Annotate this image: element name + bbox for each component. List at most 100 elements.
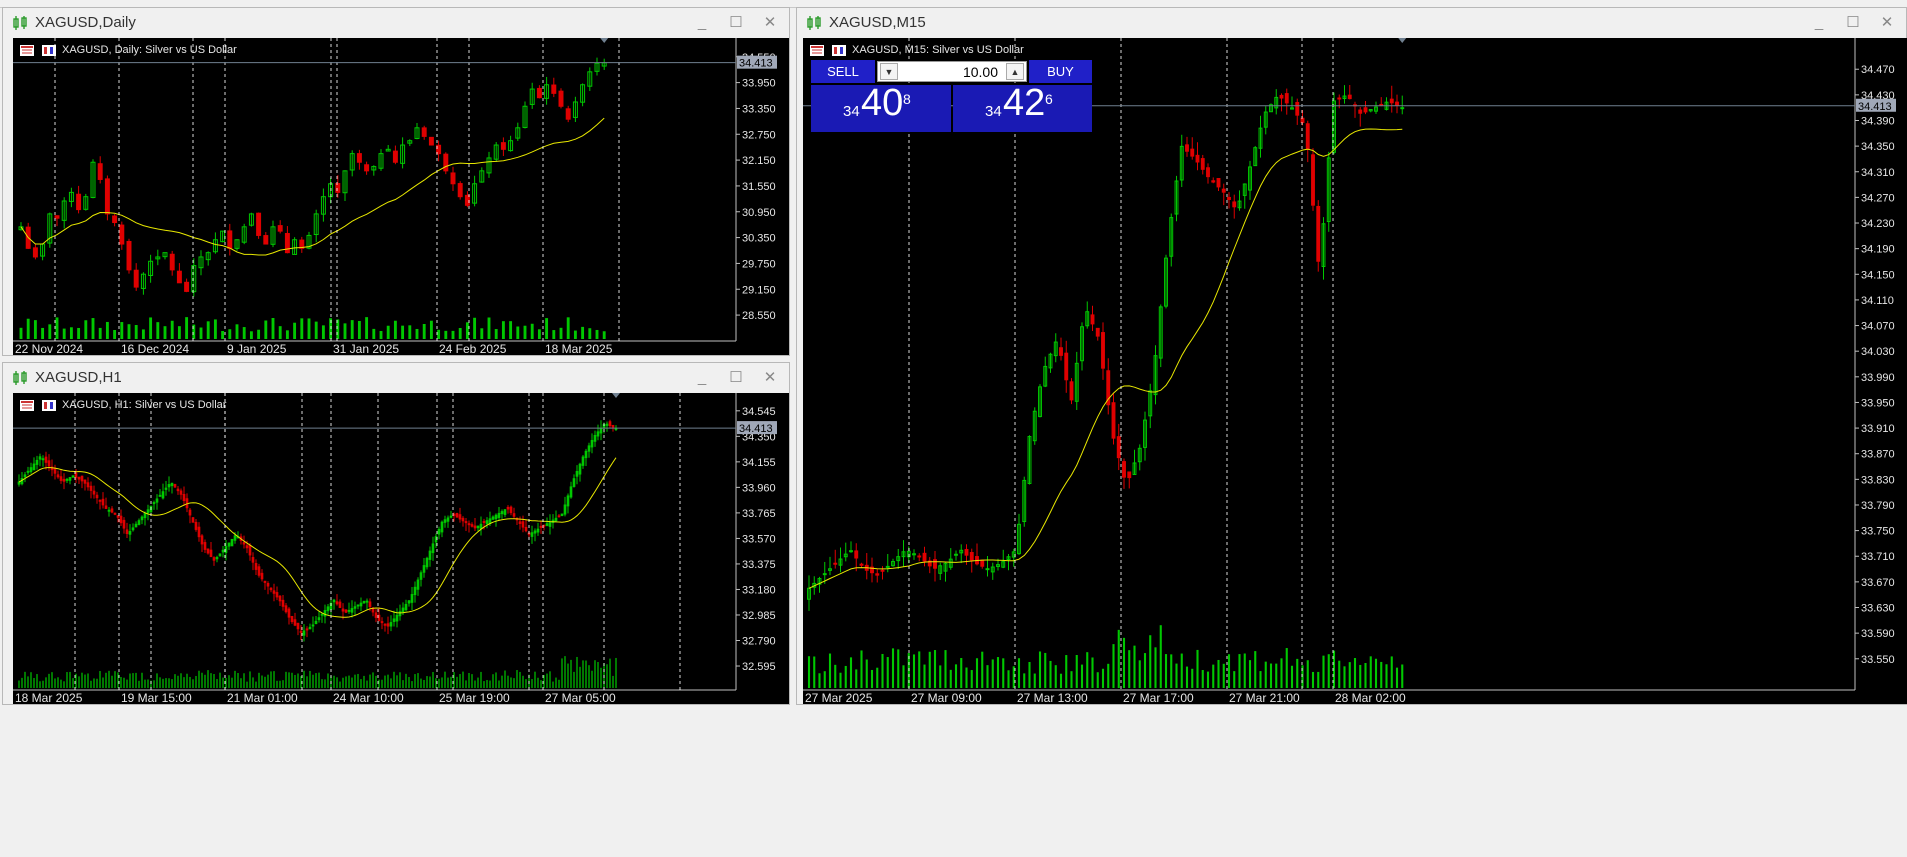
candle-body — [338, 601, 342, 608]
candle-body — [344, 609, 348, 613]
y-tick-label: 33.630 — [1861, 603, 1895, 615]
x-tick-label: 27 Mar 05:00 — [545, 691, 616, 704]
candle-body — [101, 498, 105, 506]
minimize-button[interactable]: _ — [691, 13, 713, 33]
y-tick-label: 34.545 — [742, 406, 776, 418]
y-tick-label: 33.670 — [1861, 577, 1895, 589]
candle-body — [104, 505, 108, 509]
one-click-trading-icon[interactable] — [42, 400, 56, 411]
window-titlebar[interactable]: XAGUSD,Daily _ ☐ ✕ — [3, 8, 789, 38]
lot-decrease-icon[interactable]: ▼ — [880, 63, 898, 80]
candlestick-chart-icon — [13, 16, 27, 30]
y-tick-label: 33.790 — [1861, 500, 1895, 512]
candle-body — [305, 628, 309, 631]
candle-body — [1216, 178, 1221, 188]
candle-body — [284, 605, 288, 613]
x-tick-label: 27 Mar 21:00 — [1229, 691, 1300, 704]
buy-price-prefix: 34 — [985, 103, 1002, 120]
current-price-label: 34.413 — [1858, 101, 1892, 113]
candle-body — [1311, 154, 1315, 206]
candle-body — [86, 482, 90, 488]
candle-body — [521, 521, 525, 528]
buy-button[interactable]: BUY — [1029, 60, 1092, 83]
candle-body — [263, 235, 269, 245]
y-tick-label: 33.870 — [1861, 449, 1895, 461]
y-tick-label: 32.790 — [742, 636, 776, 648]
candlestick-chart-icon — [807, 16, 821, 30]
y-tick-label: 31.550 — [742, 181, 776, 193]
chart-properties-icon[interactable] — [20, 400, 34, 411]
buy-price-button[interactable]: 34 42 6 — [953, 82, 1092, 132]
close-button[interactable]: ✕ — [759, 368, 781, 388]
candle-body — [278, 595, 282, 602]
maximize-button[interactable]: ☐ — [725, 368, 747, 388]
candle-body — [1232, 201, 1237, 208]
candle-body — [251, 557, 255, 563]
window-titlebar[interactable]: XAGUSD,H1 _ ☐ ✕ — [3, 363, 789, 393]
candle-body — [59, 476, 63, 481]
chart-symbol-label: XAGUSD, H1: Silver vs US Dollar — [62, 399, 227, 411]
candle-body — [97, 163, 103, 180]
chart-canvas-daily[interactable]: 34.55033.95033.35032.75032.15031.55030.9… — [13, 38, 789, 355]
close-button[interactable]: ✕ — [759, 13, 781, 33]
candle-body — [119, 224, 125, 245]
candle-body — [83, 479, 87, 484]
chart-canvas-h1[interactable]: 34.545 34.350 34.155 33.960 33.765 33.570 33.3… — [13, 393, 789, 704]
y-tick-label: 34.390 — [1861, 115, 1895, 127]
candle-body — [364, 164, 370, 172]
candle-body — [539, 525, 543, 528]
candle-body — [41, 458, 45, 461]
chart-properties-icon[interactable] — [20, 45, 34, 56]
minimize-button[interactable]: _ — [1808, 13, 1830, 33]
lot-size-field[interactable]: ▼ 10.00 ▲ — [877, 61, 1027, 82]
y-tick-label: 30.950 — [742, 207, 776, 219]
chart-canvas-m15[interactable]: 34.470 34.430 34.390 34.350 34.310 34.270 34.2… — [803, 38, 1907, 704]
maximize-button[interactable]: ☐ — [725, 13, 747, 33]
candle-body — [293, 619, 297, 626]
candle-body — [1227, 196, 1231, 200]
lot-increase-icon[interactable]: ▲ — [1006, 63, 1024, 80]
candle-body — [80, 475, 84, 482]
candle-body — [917, 555, 922, 558]
minimize-button[interactable]: _ — [691, 368, 713, 388]
candle-body — [885, 565, 890, 568]
candle-body — [536, 87, 542, 99]
candle-body — [365, 600, 369, 603]
candle-body — [464, 521, 468, 524]
y-tick-label: 34.230 — [1861, 218, 1895, 230]
sell-price-main: 40 — [861, 82, 904, 124]
chart-properties-icon[interactable] — [810, 45, 824, 56]
y-tick-label: 32.750 — [742, 129, 776, 141]
lot-size-value[interactable]: 10.00 — [963, 64, 998, 80]
y-tick-label: 32.150 — [742, 155, 776, 167]
candle-body — [455, 513, 459, 518]
close-button[interactable]: ✕ — [1876, 13, 1898, 33]
candle-body — [1190, 148, 1195, 157]
y-tick-label: 33.950 — [1861, 397, 1895, 409]
candle-body — [1206, 167, 1210, 178]
candle-body — [1101, 332, 1105, 369]
last-bar-marker — [1398, 38, 1407, 43]
x-tick-label: 22 Nov 2024 — [15, 342, 83, 355]
candle-body — [77, 476, 81, 480]
candle-body — [969, 552, 974, 561]
candle-body — [933, 559, 937, 569]
buy-price-fraction: 6 — [1045, 91, 1053, 107]
x-tick-label: 27 Mar 17:00 — [1123, 691, 1194, 704]
sell-button[interactable]: SELL — [811, 60, 875, 83]
candle-body — [191, 517, 195, 523]
y-tick-label: 29.750 — [742, 258, 776, 270]
one-click-trading-icon[interactable] — [42, 45, 56, 56]
maximize-button[interactable]: ☐ — [1842, 13, 1864, 33]
one-click-trading-icon[interactable] — [832, 45, 846, 56]
candle-body — [62, 478, 66, 482]
candle-body — [1279, 94, 1284, 99]
candle-body — [512, 513, 516, 517]
x-tick-label: 18 Mar 2025 — [15, 691, 83, 704]
candle-body — [551, 84, 557, 94]
y-tick-label: 30.350 — [742, 233, 776, 245]
window-titlebar[interactable]: XAGUSD,M15 _ ☐ ✕ — [797, 8, 1906, 38]
candle-body — [92, 490, 96, 495]
candle-body — [275, 592, 279, 598]
sell-price-button[interactable]: 34 40 8 — [811, 82, 951, 132]
